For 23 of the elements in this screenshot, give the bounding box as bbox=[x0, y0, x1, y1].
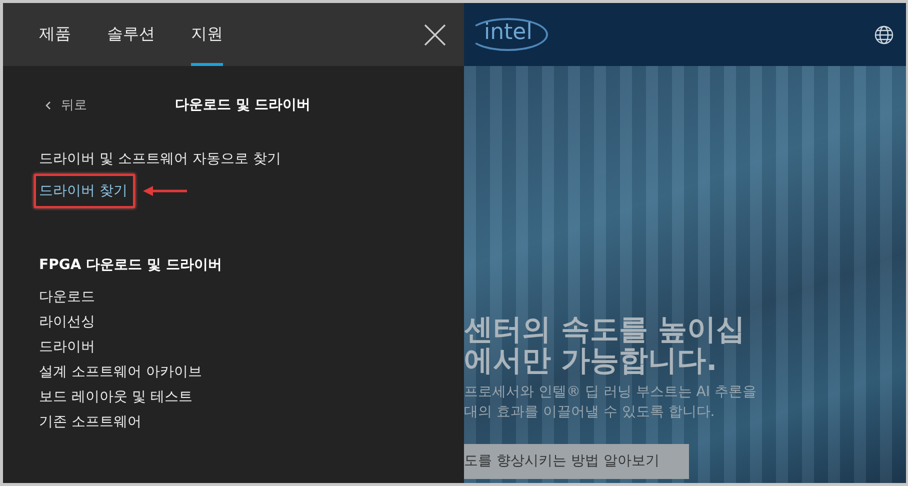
menu-link[interactable]: 설계 소프트웨어 아카이브 bbox=[39, 363, 428, 381]
menu-title: 다운로드 및 드라이버 bbox=[175, 96, 311, 114]
back-link[interactable]: 뒤로 bbox=[39, 96, 175, 114]
section-heading: FPGA 다운로드 및 드라이버 bbox=[39, 256, 223, 274]
menu-link[interactable]: 다운로드 bbox=[39, 288, 428, 306]
menu-link[interactable]: 드라이버 bbox=[39, 338, 428, 356]
globe-icon[interactable] bbox=[874, 24, 894, 44]
menu-link[interactable]: 보드 레이아웃 및 테스트 bbox=[39, 388, 428, 406]
hero-headline: 에서만 가능합니다. bbox=[464, 345, 718, 376]
hero-text: 대의 효과를 이끌어낼 수 있도록 합니다. bbox=[464, 403, 716, 422]
nav-tab[interactable]: 솔루션 bbox=[107, 3, 155, 66]
hero-text: 프로세서와 인텔® 딥 러닝 부스트는 AI 추론을 bbox=[464, 383, 758, 402]
nav-tab[interactable]: 지원 bbox=[191, 3, 223, 66]
menu-link[interactable]: 기존 소프트웨어 bbox=[39, 413, 428, 431]
cta-button[interactable]: 도를 향상시키는 방법 알아보기 bbox=[464, 444, 690, 479]
hero-headline: 센터의 속도를 높이십 bbox=[464, 314, 746, 345]
close-icon[interactable] bbox=[424, 24, 446, 46]
nav-tab[interactable]: 제품 bbox=[39, 3, 71, 66]
menu-link[interactable]: 드라이버 찾기 bbox=[39, 183, 128, 199]
chevron-left-icon bbox=[45, 100, 51, 110]
menu-link[interactable]: 드라이버 및 소프트웨어 자동으로 찾기 bbox=[39, 150, 281, 168]
menu-link[interactable]: 라이선싱 bbox=[39, 313, 428, 331]
arrow-icon bbox=[143, 186, 188, 196]
